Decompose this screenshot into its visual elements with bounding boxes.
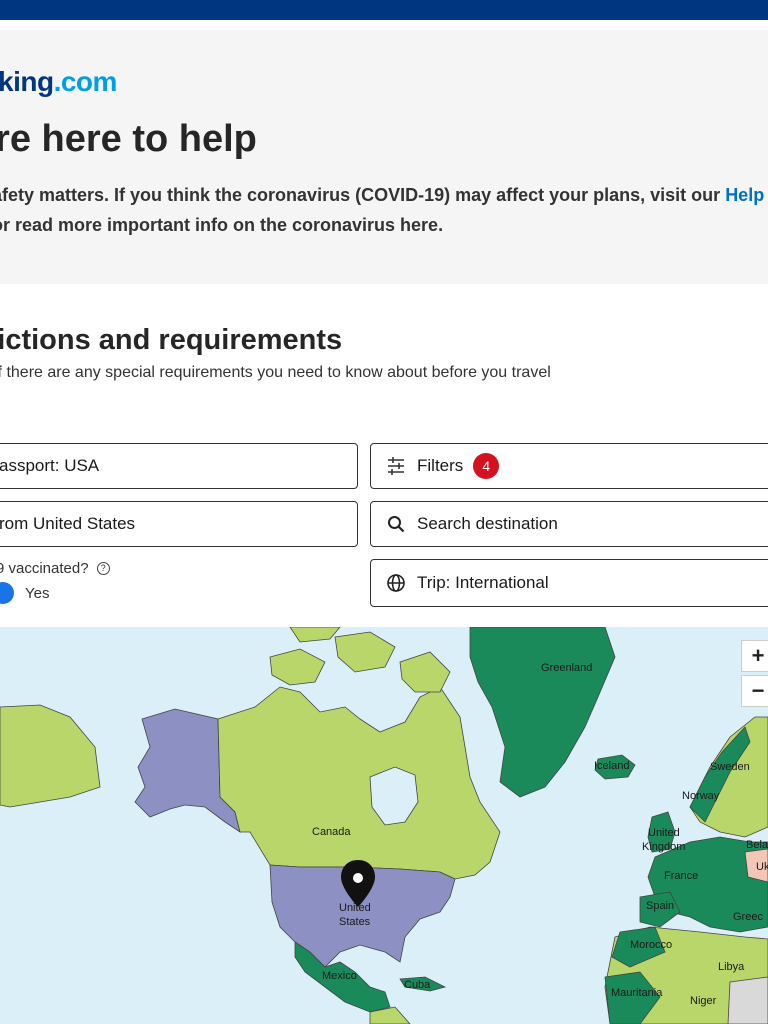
logo-text-1: king (0, 66, 54, 97)
filters-count-badge: 4 (473, 453, 500, 479)
passport-select[interactable]: assport: USA (0, 443, 358, 489)
label-greenland: Greenland (541, 662, 592, 674)
canada (217, 686, 501, 880)
search-placeholder: Search destination (417, 514, 558, 533)
zoom-out-button[interactable]: − (741, 675, 768, 707)
label-iceland: Iceland (594, 760, 629, 772)
section-title: rictions and requirements (0, 324, 343, 356)
label-uk-2: Kingdom (642, 841, 685, 853)
origin-value: rom United States (0, 514, 136, 533)
label-uk-frag: Uk (756, 861, 768, 873)
label-uk-1: United (648, 827, 680, 839)
label-cuba: Cuba (404, 979, 431, 991)
label-niger: Niger (690, 995, 717, 1007)
label-norway: Norway (682, 790, 720, 802)
label-bela: Bela (746, 839, 768, 851)
destination-search[interactable]: Search destination (370, 501, 768, 547)
label-sweden: Sweden (710, 761, 750, 773)
map-canvas: Greenland Canada United States Mexico Cu… (0, 627, 768, 1024)
trip-value: Trip: International (417, 573, 549, 592)
hero-text-line2: or read more important info on the coron… (0, 215, 444, 235)
question-icon[interactable]: ? (96, 562, 110, 575)
label-greece: Greec (733, 911, 763, 923)
vaccinated-label: 9 vaccinated? (0, 560, 89, 577)
label-mexico: Mexico (322, 970, 357, 982)
niger-area (727, 976, 768, 1024)
passport-value: assport: USA (0, 456, 100, 475)
vaccinated-question: 9 vaccinated?? (0, 560, 110, 577)
booking-logo[interactable]: king.com (0, 66, 117, 98)
label-united-states-2: States (339, 916, 371, 928)
globe-icon (385, 572, 407, 594)
logo-text-2: .com (53, 66, 118, 97)
search-icon (385, 513, 407, 535)
trip-type-select[interactable]: Trip: International (370, 559, 768, 607)
label-france: France (664, 870, 698, 882)
help-center-link[interactable]: Help (725, 185, 764, 205)
label-libya: Libya (718, 961, 745, 973)
origin-select[interactable]: rom United States (0, 501, 358, 547)
vaccinated-yes-radio[interactable] (0, 582, 14, 604)
hero-title: 're here to help (0, 118, 257, 160)
arctic-islands (269, 627, 451, 693)
russia-east (0, 704, 101, 808)
label-morocco: Morocco (630, 939, 672, 951)
label-united-states-1: United (339, 902, 371, 914)
world-map[interactable]: Greenland Canada United States Mexico Cu… (0, 627, 768, 1024)
nav-gap (0, 20, 768, 30)
section-subtitle: if there are any special requirements yo… (0, 364, 551, 381)
hero-text: afety matters. If you think the coronavi… (0, 180, 768, 240)
sliders-icon (385, 455, 407, 477)
filters-button[interactable]: Filters 4 (370, 443, 768, 489)
label-spain: Spain (646, 900, 674, 912)
label-canada: Canada (312, 826, 351, 838)
label-mauritania: Mauritania (611, 987, 663, 999)
top-nav-bar (0, 0, 768, 20)
hero-text-line1: afety matters. If you think the coronavi… (0, 185, 726, 205)
filters-label: Filters (417, 456, 464, 475)
zoom-in-button[interactable]: + (741, 640, 768, 672)
vaccinated-yes-label: Yes (25, 585, 50, 602)
